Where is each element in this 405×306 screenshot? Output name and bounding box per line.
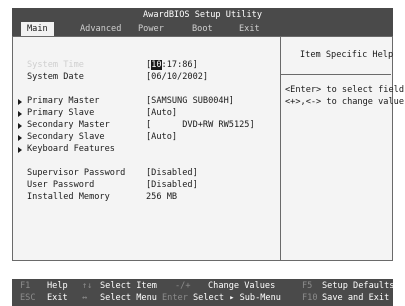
menu-main[interactable]: Main [21, 22, 54, 36]
f10-label: Save and Exit [322, 293, 390, 303]
plusminus-label: Change Values [208, 281, 276, 291]
submenu-arrow-icon [18, 147, 22, 153]
system-time-value[interactable]: [10:17:86] [146, 60, 198, 70]
leftright-arrows-icon: ↔ [82, 293, 88, 303]
f10-key: F10 [302, 293, 318, 303]
help-title: Item Specific Help [300, 50, 394, 60]
primary-slave-label[interactable]: Primary Slave [27, 108, 94, 118]
updown-arrows-icon: ↑↓ [82, 281, 93, 291]
esc-label: Exit [47, 293, 68, 303]
enter-label: Select ▸ Sub-Menu [193, 293, 281, 303]
esc-key: ESC [20, 293, 36, 303]
system-time-label: System Time [27, 60, 84, 70]
secondary-slave-value: [Auto] [146, 132, 178, 142]
installed-memory-value: 256 MB [146, 192, 178, 202]
keyboard-features-label[interactable]: Keyboard Features [27, 144, 115, 154]
supervisor-password-value[interactable]: [Disabled] [146, 168, 198, 178]
menu-boot[interactable]: Boot [186, 22, 219, 36]
submenu-arrow-icon [18, 135, 22, 141]
help-line-1: <Enter> to select field; [285, 85, 405, 95]
supervisor-password-label: Supervisor Password [27, 168, 126, 178]
submenu-arrow-icon [18, 99, 22, 105]
submenu-arrow-icon [18, 111, 22, 117]
system-time-rest: :17:86] [161, 60, 198, 70]
updown-label: Select Item [100, 281, 157, 291]
installed-memory-label: Installed Memory [27, 192, 110, 202]
menu-exit[interactable]: Exit [233, 22, 266, 36]
help-separator [281, 74, 391, 75]
secondary-master-label[interactable]: Secondary Master [27, 120, 110, 130]
submenu-arrow-icon [18, 123, 22, 129]
status-bar: F1 Help ↑↓ Select Item -/+ Change Values… [12, 279, 395, 306]
window-title: AwardBIOS Setup Utility [12, 8, 393, 22]
enter-key: Enter [162, 293, 188, 303]
primary-master-label[interactable]: Primary Master [27, 96, 99, 106]
system-date-label: System Date [27, 72, 84, 82]
leftright-label: Select Menu [100, 293, 157, 303]
f5-key: F5 [302, 281, 313, 291]
system-date-value[interactable]: [06/10/2002] [146, 72, 208, 82]
secondary-slave-label[interactable]: Secondary Slave [27, 132, 105, 142]
menu-power[interactable]: Power [132, 22, 170, 36]
help-divider [280, 37, 281, 260]
secondary-master-value: [ DVD+RW RW5125] [146, 120, 255, 130]
user-password-value[interactable]: [Disabled] [146, 180, 198, 190]
f1-label: Help [47, 281, 68, 291]
user-password-label: User Password [27, 180, 95, 190]
menu-advanced[interactable]: Advanced [74, 22, 127, 36]
f5-label: Setup Defaults [322, 281, 395, 291]
plusminus-key: -/+ [175, 281, 191, 291]
help-line-2: <+>,<-> to change value. [285, 97, 405, 107]
system-time-hour-cursor[interactable]: 10 [151, 60, 162, 70]
primary-slave-value: [Auto] [146, 108, 178, 118]
f1-key: F1 [20, 281, 31, 291]
primary-master-value: [SAMSUNG SUB004H] [146, 96, 234, 106]
menu-bar: Main Advanced Power Boot Exit [12, 22, 393, 36]
